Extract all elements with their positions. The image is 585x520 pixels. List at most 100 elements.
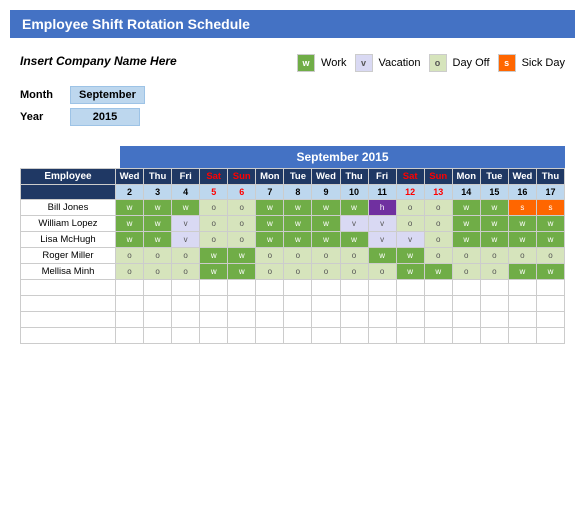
schedule-cell: w [172, 200, 200, 216]
calendar-title: September 2015 [120, 146, 565, 168]
schedule-cell: w [144, 232, 172, 248]
empty-cell [116, 328, 144, 344]
empty-cell [396, 328, 424, 344]
emp-name-1: William Lopez [21, 216, 116, 232]
page-title: Employee Shift Rotation Schedule [10, 10, 575, 38]
day-header-5: Mon [256, 169, 284, 185]
day-header-10: Sat [396, 169, 424, 185]
empty-cell [144, 296, 172, 312]
schedule-cell: w [536, 232, 564, 248]
empty-cell [452, 328, 480, 344]
table-row: William Lopezwwvoowwwvvoowwww [21, 216, 565, 232]
schedule-cell: w [452, 216, 480, 232]
empty-row [21, 312, 565, 328]
sick-label: Sick Day [522, 57, 565, 69]
schedule-cell: w [256, 216, 284, 232]
empty-cell [144, 312, 172, 328]
day-header-0: Wed [116, 169, 144, 185]
empty-cell [228, 328, 256, 344]
empty-cell [116, 312, 144, 328]
empty-cell [256, 280, 284, 296]
date-cell-11: 13 [424, 185, 452, 200]
empty-cell [21, 312, 116, 328]
day-header-9: Fri [368, 169, 396, 185]
schedule-cell: o [340, 248, 368, 264]
legend-dayoff: o Day Off [429, 54, 490, 72]
schedule-cell: o [424, 248, 452, 264]
sick-icon: s [498, 54, 516, 72]
empty-cell [536, 312, 564, 328]
empty-cell [508, 296, 536, 312]
calendar-container: September 2015 EmployeeWedThuFriSatSunMo… [10, 146, 575, 344]
year-value[interactable]: 2015 [70, 108, 140, 126]
empty-cell [312, 328, 340, 344]
date-cell-15: 17 [536, 185, 564, 200]
schedule-cell: h [368, 200, 396, 216]
schedule-cell: w [284, 216, 312, 232]
date-cell-2: 4 [172, 185, 200, 200]
schedule-cell: o [396, 216, 424, 232]
empty-cell [312, 312, 340, 328]
schedule-cell: v [172, 232, 200, 248]
empty-row [21, 296, 565, 312]
empty-cell [424, 280, 452, 296]
date-cell-6: 8 [284, 185, 312, 200]
empty-cell [508, 328, 536, 344]
schedule-cell: w [452, 200, 480, 216]
date-cell-1: 3 [144, 185, 172, 200]
empty-cell [172, 312, 200, 328]
schedule-cell: w [536, 264, 564, 280]
schedule-cell: o [480, 264, 508, 280]
date-cell-3: 5 [200, 185, 228, 200]
schedule-cell: o [172, 248, 200, 264]
vacation-icon: v [355, 54, 373, 72]
dayoff-icon: o [429, 54, 447, 72]
schedule-cell: w [256, 232, 284, 248]
schedule-cell: o [508, 248, 536, 264]
schedule-cell: o [200, 232, 228, 248]
year-label: Year [20, 111, 60, 123]
schedule-cell: o [368, 264, 396, 280]
schedule-cell: w [116, 216, 144, 232]
schedule-cell: w [480, 216, 508, 232]
day-header-13: Tue [480, 169, 508, 185]
schedule-cell: o [228, 232, 256, 248]
schedule-cell: w [284, 200, 312, 216]
empty-row [21, 280, 565, 296]
empty-cell [256, 328, 284, 344]
empty-cell [480, 296, 508, 312]
table-row: Bill Joneswwwoowwwwhoowwss [21, 200, 565, 216]
schedule-cell: v [396, 232, 424, 248]
empty-cell [340, 296, 368, 312]
empty-cell [200, 296, 228, 312]
schedule-table: EmployeeWedThuFriSatSunMonTueWedThuFriSa… [20, 168, 565, 344]
table-row: Lisa McHughwwvoowwwwvvowwww [21, 232, 565, 248]
date-cell-13: 15 [480, 185, 508, 200]
schedule-cell: w [396, 248, 424, 264]
empty-cell [144, 328, 172, 344]
schedule-cell: o [228, 200, 256, 216]
empty-cell [21, 280, 116, 296]
empty-cell [200, 312, 228, 328]
date-cell-10: 12 [396, 185, 424, 200]
day-header-1: Thu [144, 169, 172, 185]
day-header-6: Tue [284, 169, 312, 185]
empty-cell [368, 328, 396, 344]
schedule-cell: o [256, 264, 284, 280]
empty-cell [480, 328, 508, 344]
schedule-cell: v [172, 216, 200, 232]
emp-name-0: Bill Jones [21, 200, 116, 216]
schedule-cell: v [368, 232, 396, 248]
schedule-cell: w [116, 200, 144, 216]
empty-cell [116, 296, 144, 312]
empty-cell [116, 280, 144, 296]
schedule-cell: w [508, 216, 536, 232]
schedule-cell: w [480, 200, 508, 216]
empty-cell [536, 280, 564, 296]
empty-cell [480, 312, 508, 328]
month-year-section: Month September Year 2015 [10, 82, 575, 140]
empty-cell [340, 312, 368, 328]
schedule-cell: o [452, 248, 480, 264]
work-label: Work [321, 57, 346, 69]
month-value[interactable]: September [70, 86, 145, 104]
